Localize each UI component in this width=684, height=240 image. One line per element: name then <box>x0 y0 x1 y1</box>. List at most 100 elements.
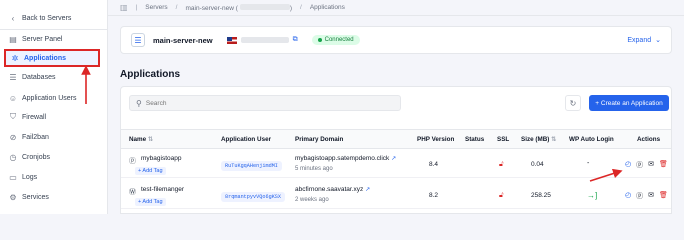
status-dot <box>317 38 322 42</box>
services-icon: ⚙ <box>9 192 17 202</box>
breadcrumb: ▥ | Servers / main-server-new () / Appli… <box>108 0 684 16</box>
column-header-wp-auto-login: WP Auto Login <box>569 136 614 143</box>
sidebar-item-firewall[interactable]: ⛉ Firewall <box>4 109 100 125</box>
ban-icon: ⊘ <box>9 132 17 142</box>
php-version: 8.2 <box>429 192 439 199</box>
expand-button[interactable]: Expand ⌄ <box>627 36 661 45</box>
sidebar-item-application-users[interactable]: ☺ Application Users <box>4 90 100 106</box>
breadcrumb-separator: / <box>300 4 302 11</box>
sidebar-item-label: Fail2ban <box>22 133 49 141</box>
delete-icon[interactable]: 🗑︎ <box>659 191 668 201</box>
sidebar-item-label: Back to Servers <box>22 14 72 22</box>
sidebar-item-server-panel[interactable]: ▤ Server Panel <box>4 31 100 47</box>
breadcrumb-server-name: main-server-new ( <box>185 4 238 12</box>
php-icon[interactable]: ⓟ <box>636 191 643 201</box>
wp-auto-login-icon[interactable]: →] <box>587 191 597 200</box>
applications-icon: ✲ <box>11 53 19 63</box>
copy-icon[interactable]: ⧉ <box>293 36 298 44</box>
sidebar-item-label: Services <box>22 193 49 201</box>
chevron-left-icon: ‹ <box>11 13 15 23</box>
sidebar-item-cronjobs[interactable]: ◷ Cronjobs <box>4 149 100 165</box>
page-title: Applications <box>120 69 181 80</box>
created-time: 2 weeks ago <box>295 197 329 203</box>
sidebar-divider <box>0 29 108 30</box>
row-actions: ◴ ⓟ ✉ 🗑︎ <box>625 160 668 170</box>
sidebar-item-databases[interactable]: ☰ Databases <box>4 69 100 85</box>
mail-icon[interactable]: ✉ <box>648 160 654 170</box>
app-user-badge: RuTuKgqAHenjimdMI <box>221 161 282 171</box>
table-row: ⓟ mybagistoapp + Add Tag RuTuKgqAHenjimd… <box>121 150 671 178</box>
sidebar-item-label: Databases <box>22 73 56 81</box>
status-badge: Connected <box>311 35 360 45</box>
search-icon: ⚲ <box>136 98 142 108</box>
created-time: 5 minutes ago <box>295 166 333 172</box>
dashboard-icon[interactable]: ◴ <box>625 191 631 201</box>
sidebar-item-label: Logs <box>22 173 38 181</box>
mail-icon[interactable]: ✉ <box>648 191 654 201</box>
column-header-ssl: SSL <box>497 136 510 143</box>
sidebar-item-services[interactable]: ⚙ Services <box>4 189 100 205</box>
chevron-down-icon: ⌄ <box>655 37 661 44</box>
sidebar-item-fail2ban[interactable]: ⊘ Fail2ban <box>4 129 100 145</box>
app-user-badge: 8rqmantpyvVQo6gKSX <box>221 192 286 202</box>
delete-icon[interactable]: 🗑︎ <box>659 160 668 170</box>
column-header-user: Application User <box>221 136 272 143</box>
add-tag-button[interactable]: + Add Tag <box>135 167 166 175</box>
add-tag-button[interactable]: + Add Tag <box>135 198 166 206</box>
clock-icon: ◷ <box>9 152 17 162</box>
create-application-button[interactable]: + Create an Application <box>589 95 669 111</box>
breadcrumb-applications: Applications <box>309 4 345 11</box>
us-flag-icon <box>226 36 237 44</box>
wordpress-icon: Ⓦ <box>129 189 136 196</box>
users-icon: ☺ <box>8 93 18 103</box>
sidebar: ‹ Back to Servers ▤ Server Panel ✲ Appli… <box>0 0 108 214</box>
row-actions: ◴ ⓟ ✉ 🗑︎ <box>625 191 668 201</box>
app-size: 0.04 <box>531 161 544 168</box>
column-header-domain: Primary Domain <box>295 136 344 143</box>
server-icon: ☰ <box>131 33 145 47</box>
logs-icon: ▭ <box>9 172 17 182</box>
refresh-button[interactable]: ↻ <box>565 95 581 111</box>
column-header-php: PHP Version <box>417 136 455 143</box>
breadcrumb-server-close: ) <box>289 4 293 12</box>
database-icon: ☰ <box>9 72 17 82</box>
column-header-name[interactable]: Name ⇅ <box>129 136 153 143</box>
sidebar-toggle-icon[interactable]: ▥ <box>120 3 128 12</box>
search-box[interactable]: ⚲ <box>129 95 401 111</box>
redacted-ip <box>240 37 289 43</box>
dashboard-icon[interactable]: ◴ <box>625 160 631 170</box>
column-header-size[interactable]: Size (MB) ⇅ <box>521 136 556 143</box>
table-row: Ⓦ test-filemanger + Add Tag 8rqmantpyvVQ… <box>121 181 671 209</box>
server-panel-icon: ▤ <box>9 34 17 44</box>
primary-domain-link[interactable]: abcfirnone.saavatar.xyz ↗ <box>295 186 370 193</box>
expand-label: Expand <box>627 36 652 44</box>
table-header: Name ⇅ Application User Primary Domain P… <box>121 129 671 149</box>
sidebar-item-logs[interactable]: ▭ Logs <box>4 169 100 185</box>
php-version: 8.4 <box>429 161 439 168</box>
ssl-lock-icon[interactable]: 🔓︎ <box>499 161 504 169</box>
php-app-icon: ⓟ <box>129 158 136 165</box>
redacted-ip <box>239 3 290 10</box>
primary-domain-link[interactable]: mybagistoapp.satempdemo.click ↗ <box>295 155 396 162</box>
shield-icon: ⛉ <box>10 112 16 121</box>
server-card: ☰ main-server-new ⧉ Connected Expand ⌄ <box>120 26 672 54</box>
search-input[interactable] <box>145 99 346 107</box>
app-name[interactable]: test-filemanger <box>141 186 184 193</box>
sidebar-item-label: Firewall <box>22 113 47 121</box>
app-name[interactable]: mybagistoapp <box>141 155 181 162</box>
sidebar-item-back-to-servers[interactable]: ‹ Back to Servers <box>4 10 100 26</box>
sidebar-item-label: Application Users <box>22 94 77 102</box>
sidebar-item-label: Server Panel <box>22 35 63 43</box>
sidebar-item-label: Cronjobs <box>22 153 51 161</box>
sidebar-item-applications[interactable]: ✲ Applications <box>4 49 100 67</box>
applications-panel: ⚲ ↻ + Create an Application Name ⇅ Appli… <box>120 86 672 214</box>
server-name: main-server-new <box>153 35 213 45</box>
php-icon[interactable]: ⓟ <box>636 160 643 170</box>
ssl-lock-icon[interactable]: 🔓︎ <box>499 192 504 200</box>
sidebar-item-label: Applications <box>24 54 67 62</box>
wp-auto-login: - <box>587 160 590 167</box>
status-label: Connected <box>324 37 354 43</box>
breadcrumb-servers[interactable]: Servers <box>145 4 167 11</box>
breadcrumb-separator: | <box>135 4 138 11</box>
breadcrumb-server[interactable]: main-server-new () <box>185 3 293 12</box>
